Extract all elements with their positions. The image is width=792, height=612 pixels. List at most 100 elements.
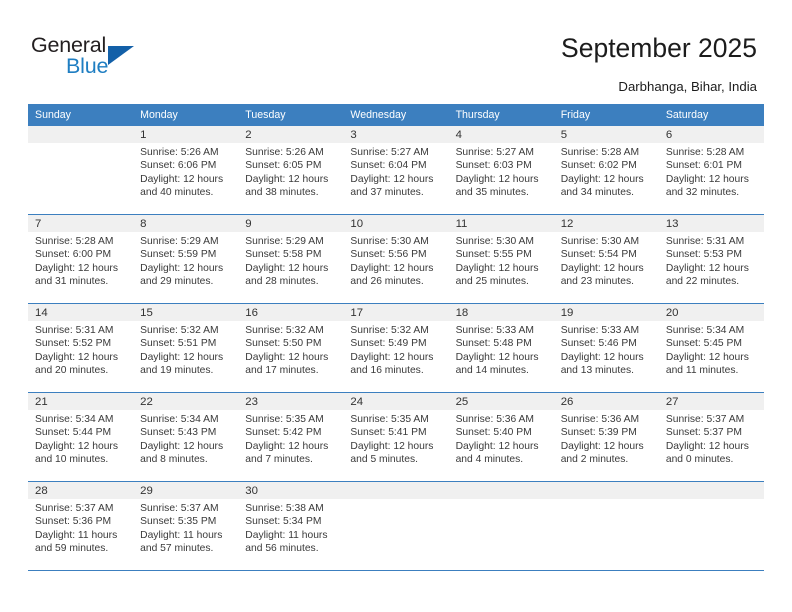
calendar-day-cell[interactable]: 12 Sunrise: 5:30 AM Sunset: 5:54 PM Dayligh… xyxy=(553,214,659,304)
calendar-day-cell[interactable]: 10 Sunrise: 5:30 AM Sunset: 5:56 PM Dayligh… xyxy=(343,214,449,304)
sun-info-line: and 59 minutes. xyxy=(35,543,109,555)
day-cell-content xyxy=(343,482,449,569)
sun-info-line: Daylight: 12 hours xyxy=(455,351,539,363)
sun-info-line: Sunrise: 5:27 AM xyxy=(350,147,429,158)
day-number: 14 xyxy=(28,304,134,321)
day-number: 1 xyxy=(133,126,239,143)
sun-info: Sunrise: 5:36 AM Sunset: 5:39 PM Daylight:… xyxy=(554,410,659,467)
sun-info-line: and 35 minutes. xyxy=(455,187,529,199)
sun-info-line: Daylight: 12 hours xyxy=(350,351,434,363)
calendar-day-cell[interactable]: 18 Sunrise: 5:33 AM Sunset: 5:48 PM Dayligh… xyxy=(448,303,554,393)
calendar-week-row: 21 Sunrise: 5:34 AM Sunset: 5:44 PM Dayligh… xyxy=(28,392,764,482)
sun-info-line: Sunrise: 5:26 AM xyxy=(140,147,219,158)
calendar-day-cell[interactable]: 4 Sunrise: 5:27 AM Sunset: 6:03 PM Daylight… xyxy=(448,125,554,215)
calendar-day-cell[interactable]: 28 Sunrise: 5:37 AM Sunset: 5:36 PM Dayligh… xyxy=(28,481,134,571)
calendar-day-cell[interactable]: 26 Sunrise: 5:36 AM Sunset: 5:39 PM Dayligh… xyxy=(553,392,659,482)
sun-info: Sunrise: 5:30 AM Sunset: 5:56 PM Daylight:… xyxy=(343,232,448,289)
day-number: 11 xyxy=(448,215,554,232)
calendar-day-cell[interactable]: 8 Sunrise: 5:29 AM Sunset: 5:59 PM Daylight… xyxy=(133,214,239,304)
sun-info-line: Daylight: 12 hours xyxy=(665,440,749,452)
calendar-day-cell[interactable]: 9 Sunrise: 5:29 AM Sunset: 5:58 PM Daylight… xyxy=(238,214,344,304)
day-cell-content: 17 Sunrise: 5:32 AM Sunset: 5:49 PM Dayligh… xyxy=(343,304,449,391)
sun-info-line: Sunrise: 5:34 AM xyxy=(665,325,745,336)
day-number: 7 xyxy=(28,215,134,232)
day-cell-content: 16 Sunrise: 5:32 AM Sunset: 5:50 PM Dayligh… xyxy=(238,304,344,391)
day-cell-content: 29 Sunrise: 5:37 AM Sunset: 5:35 PM Dayligh… xyxy=(133,482,239,569)
day-cell-content: 5 Sunrise: 5:28 AM Sunset: 6:02 PM Daylight… xyxy=(553,126,659,213)
calendar-day-cell[interactable]: 30 Sunrise: 5:38 AM Sunset: 5:34 PM Dayligh… xyxy=(238,481,344,571)
sun-info-line: Daylight: 12 hours xyxy=(140,351,224,363)
sun-info-line: Sunrise: 5:27 AM xyxy=(455,147,534,158)
day-number: 12 xyxy=(553,215,659,232)
sun-info: Sunrise: 5:37 AM Sunset: 5:35 PM Daylight:… xyxy=(133,499,238,556)
calendar-day-cell[interactable]: 17 Sunrise: 5:32 AM Sunset: 5:49 PM Dayligh… xyxy=(343,303,449,393)
calendar-day-cell[interactable]: 25 Sunrise: 5:36 AM Sunset: 5:40 PM Dayligh… xyxy=(448,392,554,482)
calendar-day-cell[interactable]: 16 Sunrise: 5:32 AM Sunset: 5:50 PM Dayligh… xyxy=(238,303,344,393)
sun-info-line: Sunset: 5:36 PM xyxy=(35,516,112,528)
sun-info-line: and 20 minutes. xyxy=(35,365,109,377)
sun-info-line: Sunrise: 5:31 AM xyxy=(35,325,114,336)
sun-info xyxy=(28,143,133,146)
sun-info: Sunrise: 5:26 AM Sunset: 6:05 PM Daylight:… xyxy=(238,143,343,200)
calendar-day-cell[interactable]: 19 Sunrise: 5:33 AM Sunset: 5:46 PM Dayligh… xyxy=(553,303,659,393)
calendar-day-cell[interactable]: 11 Sunrise: 5:30 AM Sunset: 5:55 PM Dayligh… xyxy=(448,214,554,304)
sun-info-line: and 11 minutes. xyxy=(665,365,739,377)
sun-info-line: Sunrise: 5:37 AM xyxy=(665,414,745,425)
calendar-day-cell[interactable]: 27 Sunrise: 5:37 AM Sunset: 5:37 PM Dayligh… xyxy=(658,392,764,482)
sun-info-line: Daylight: 12 hours xyxy=(665,173,749,185)
day-number: 29 xyxy=(133,482,239,499)
sun-info-line: Sunset: 5:51 PM xyxy=(140,338,217,350)
calendar-page: General Blue September 2025 Darbhanga, B… xyxy=(0,0,792,612)
sun-info-line: Sunrise: 5:31 AM xyxy=(665,236,745,247)
sun-info-line: Daylight: 11 hours xyxy=(35,529,118,541)
sun-info: Sunrise: 5:29 AM Sunset: 5:58 PM Daylight:… xyxy=(238,232,343,289)
calendar-day-cell[interactable]: 20 Sunrise: 5:34 AM Sunset: 5:45 PM Dayligh… xyxy=(658,303,764,393)
calendar-day-cell[interactable]: 1 Sunrise: 5:26 AM Sunset: 6:06 PM Daylight… xyxy=(133,125,239,215)
day-cell-content: 3 Sunrise: 5:27 AM Sunset: 6:04 PM Daylight… xyxy=(343,126,449,213)
sun-info-line: Sunset: 5:49 PM xyxy=(350,338,427,350)
page-title: September 2025 xyxy=(561,33,757,63)
day-number xyxy=(553,482,659,499)
calendar-day-cell[interactable]: 22 Sunrise: 5:34 AM Sunset: 5:43 PM Dayligh… xyxy=(133,392,239,482)
calendar-day-cell[interactable]: 7 Sunrise: 5:28 AM Sunset: 6:00 PM Daylight… xyxy=(28,214,134,304)
sun-info-line: Daylight: 12 hours xyxy=(35,351,118,363)
sun-info-line: Daylight: 12 hours xyxy=(560,173,644,185)
sun-info-line: Sunset: 5:50 PM xyxy=(245,338,322,350)
sun-info-line: Daylight: 12 hours xyxy=(35,440,118,452)
calendar-day-cell[interactable]: 29 Sunrise: 5:37 AM Sunset: 5:35 PM Dayligh… xyxy=(133,481,239,571)
day-cell-content xyxy=(553,482,659,569)
sun-info-line: and 14 minutes. xyxy=(455,365,529,377)
sun-info: Sunrise: 5:32 AM Sunset: 5:49 PM Daylight:… xyxy=(343,321,448,378)
sun-info-line: Sunset: 5:58 PM xyxy=(245,249,322,261)
calendar-day-cell[interactable]: 23 Sunrise: 5:35 AM Sunset: 5:42 PM Dayligh… xyxy=(238,392,344,482)
calendar-day-cell[interactable]: 2 Sunrise: 5:26 AM Sunset: 6:05 PM Daylight… xyxy=(238,125,344,215)
calendar-day-cell[interactable]: 5 Sunrise: 5:28 AM Sunset: 6:02 PM Daylight… xyxy=(553,125,659,215)
sun-info-line: Sunset: 5:45 PM xyxy=(665,338,742,350)
sun-info: Sunrise: 5:29 AM Sunset: 5:59 PM Daylight:… xyxy=(133,232,238,289)
sun-info-line: Sunrise: 5:37 AM xyxy=(140,503,219,514)
calendar-day-cell[interactable]: 6 Sunrise: 5:28 AM Sunset: 6:01 PM Daylight… xyxy=(658,125,764,215)
day-number: 28 xyxy=(28,482,134,499)
day-number: 25 xyxy=(448,393,554,410)
day-cell-content: 20 Sunrise: 5:34 AM Sunset: 5:45 PM Dayligh… xyxy=(658,304,764,391)
sun-info-line: and 16 minutes. xyxy=(350,365,424,377)
sun-info-line: Daylight: 12 hours xyxy=(35,262,118,274)
day-number: 23 xyxy=(238,393,344,410)
calendar-day-cell[interactable]: 24 Sunrise: 5:35 AM Sunset: 5:41 PM Dayligh… xyxy=(343,392,449,482)
calendar-day-cell[interactable]: 15 Sunrise: 5:32 AM Sunset: 5:51 PM Dayligh… xyxy=(133,303,239,393)
day-cell-content: 27 Sunrise: 5:37 AM Sunset: 5:37 PM Dayligh… xyxy=(658,393,764,480)
brand-logo[interactable]: General Blue xyxy=(30,33,230,87)
calendar-day-cell[interactable]: 21 Sunrise: 5:34 AM Sunset: 5:44 PM Dayligh… xyxy=(28,392,134,482)
day-number: 6 xyxy=(658,126,764,143)
calendar-body: 1 Sunrise: 5:26 AM Sunset: 6:06 PM Daylight… xyxy=(28,125,764,571)
sun-info-line: Daylight: 12 hours xyxy=(455,173,539,185)
sun-info: Sunrise: 5:31 AM Sunset: 5:53 PM Daylight:… xyxy=(659,232,764,289)
calendar-day-cell[interactable]: 13 Sunrise: 5:31 AM Sunset: 5:53 PM Dayligh… xyxy=(658,214,764,304)
calendar-week-row: 7 Sunrise: 5:28 AM Sunset: 6:00 PM Daylight… xyxy=(28,214,764,304)
sun-info: Sunrise: 5:33 AM Sunset: 5:46 PM Daylight:… xyxy=(554,321,659,378)
calendar-day-cell[interactable]: 14 Sunrise: 5:31 AM Sunset: 5:52 PM Dayligh… xyxy=(28,303,134,393)
calendar-day-cell[interactable]: 3 Sunrise: 5:27 AM Sunset: 6:04 PM Daylight… xyxy=(343,125,449,215)
brand-name-blue: Blue xyxy=(66,54,109,78)
weekday-header-friday: Friday xyxy=(553,104,659,126)
sun-info: Sunrise: 5:26 AM Sunset: 6:06 PM Daylight:… xyxy=(133,143,238,200)
